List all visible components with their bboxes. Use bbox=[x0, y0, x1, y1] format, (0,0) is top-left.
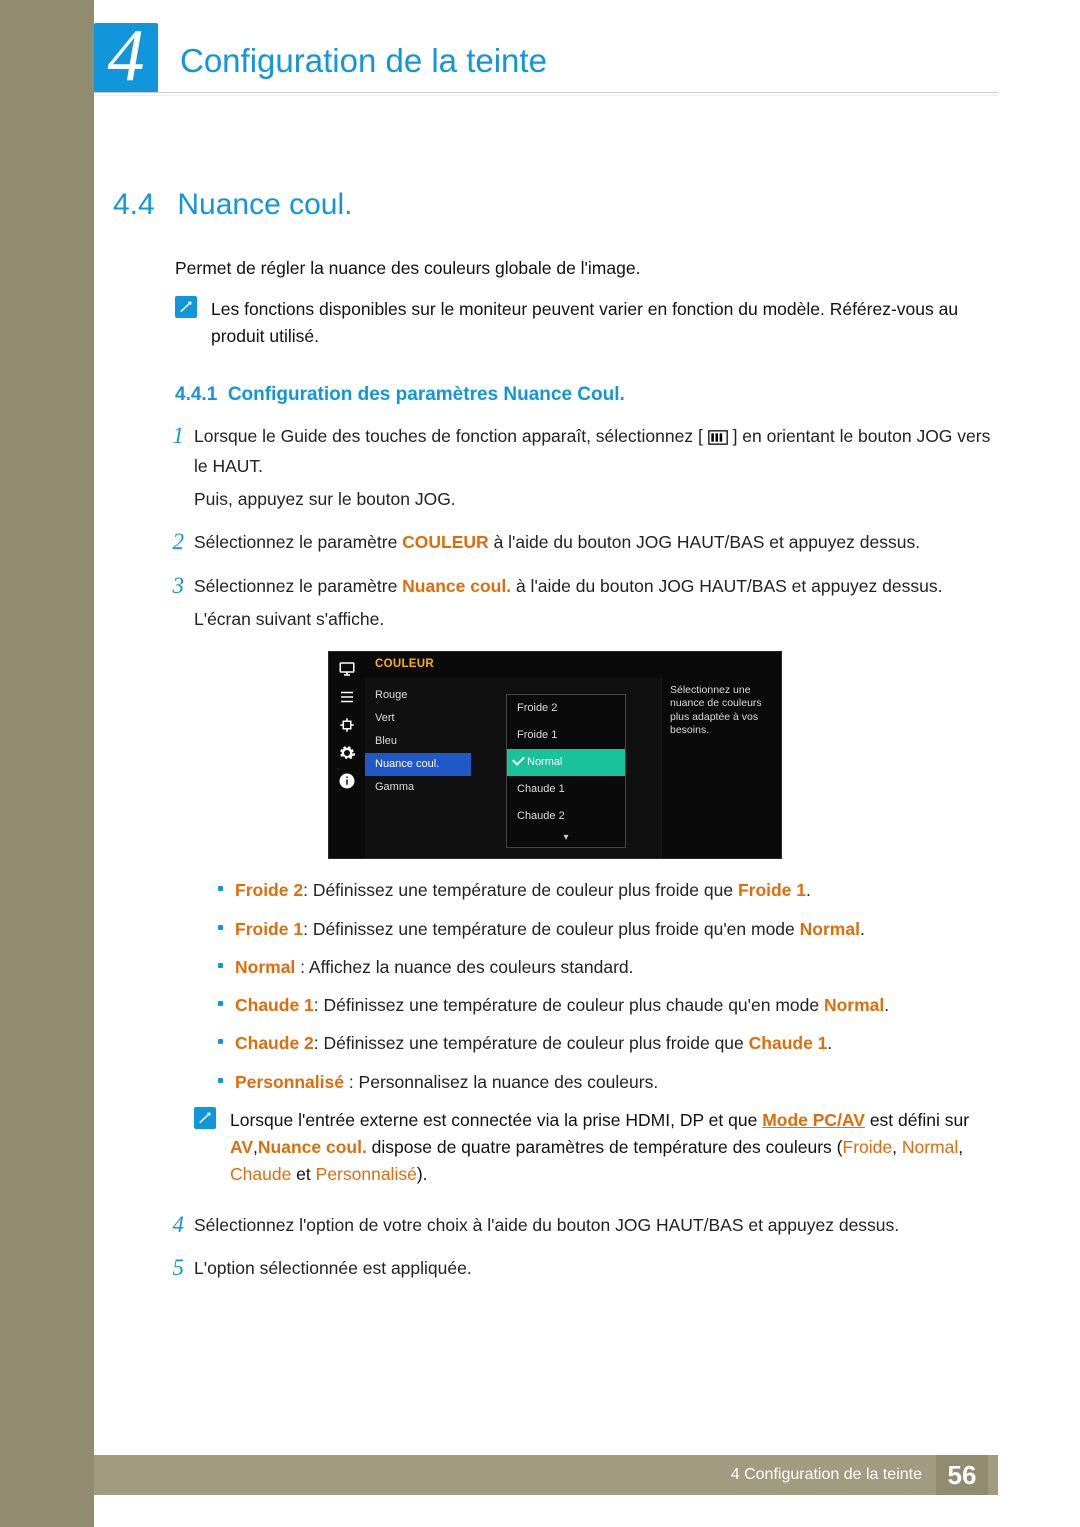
note-text: Les fonctions disponibles sur le moniteu… bbox=[211, 296, 999, 350]
footer-bar: 4 Configuration de la teinte 56 bbox=[94, 1455, 998, 1495]
step-number: 3 bbox=[168, 573, 184, 1203]
osd-nav bbox=[329, 652, 365, 859]
osd-sub-item: Chaude 1 bbox=[507, 776, 625, 803]
term-couleur: COULEUR bbox=[402, 532, 489, 552]
step-body: L'option sélectionnée est appliquée. bbox=[194, 1255, 1000, 1288]
osd-item: Gamma bbox=[365, 776, 471, 799]
step-4: 4 Sélectionnez l'option de votre choix à… bbox=[168, 1212, 1000, 1245]
osd-help-text: Sélectionnez une nuance de couleurs plus… bbox=[661, 678, 781, 859]
section-title: Nuance coul. bbox=[177, 188, 352, 221]
osd-sub-item: Chaude 2 bbox=[507, 803, 625, 830]
step-3: 3 Sélectionnez le paramètre Nuance coul.… bbox=[168, 573, 1000, 1203]
chapter-title: Configuration de la teinte bbox=[180, 42, 547, 80]
left-margin-band bbox=[0, 0, 94, 1527]
steps-list: 1 Lorsque le Guide des touches de foncti… bbox=[168, 423, 1000, 1298]
step-body: Lorsque le Guide des touches de fonction… bbox=[194, 423, 1000, 519]
info-icon bbox=[334, 770, 360, 792]
bullet-chaude1: Chaude 1: Définissez une température de … bbox=[218, 992, 1000, 1018]
bullet-personnalise: Personnalisé : Personnalisez la nuance d… bbox=[218, 1069, 1000, 1095]
gear-icon bbox=[334, 742, 360, 764]
footer-chapter-title: 4 Configuration de la teinte bbox=[731, 1466, 922, 1484]
osd-sub-item-selected: Normal bbox=[507, 749, 625, 776]
step-number: 1 bbox=[168, 423, 184, 519]
chevron-down-icon: ▾ bbox=[507, 830, 625, 848]
osd-sub-item: Froide 2 bbox=[507, 695, 625, 722]
step-number: 2 bbox=[168, 529, 184, 562]
note-icon bbox=[194, 1107, 216, 1129]
subsection-title: Configuration des paramètres Nuance Coul… bbox=[228, 384, 625, 405]
menu-icon bbox=[708, 426, 728, 453]
display-icon bbox=[334, 658, 360, 680]
step-body: Sélectionnez le paramètre COULEUR à l'ai… bbox=[194, 529, 1000, 562]
osd-title: COULEUR bbox=[365, 652, 781, 678]
term-nuance-coul: Nuance coul. bbox=[402, 576, 511, 596]
resize-icon bbox=[334, 714, 360, 736]
term-mode-pc-av: Mode PC/AV bbox=[762, 1110, 865, 1130]
step-5: 5 L'option sélectionnée est appliquée. bbox=[168, 1255, 1000, 1288]
chapter-number: 4 bbox=[108, 19, 145, 93]
osd-sub-item: Froide 1 bbox=[507, 722, 625, 749]
step-1: 1 Lorsque le Guide des touches de foncti… bbox=[168, 423, 1000, 519]
chapter-badge: 4 bbox=[94, 23, 158, 93]
osd-submenu: Froide 2 Froide 1 Normal Chaude 1 Chaude… bbox=[506, 694, 626, 849]
header-rule bbox=[94, 92, 998, 93]
step-number: 4 bbox=[168, 1212, 184, 1245]
list-icon bbox=[334, 686, 360, 708]
bullet-froide2: Froide 2: Définissez une température de … bbox=[218, 877, 1000, 903]
note-2-text: Lorsque l'entrée externe est connectée v… bbox=[230, 1107, 1000, 1188]
step-body: Sélectionnez le paramètre Nuance coul. à… bbox=[194, 573, 1000, 1203]
osd-item: Rouge bbox=[365, 684, 471, 707]
osd-item: Vert bbox=[365, 707, 471, 730]
note-icon bbox=[175, 296, 197, 318]
intro-text: Permet de régler la nuance des couleurs … bbox=[175, 258, 640, 279]
osd-item-selected: Nuance coul. bbox=[365, 753, 471, 776]
osd-item: Bleu bbox=[365, 730, 471, 753]
section-number: 4.4 bbox=[113, 188, 169, 222]
bullet-chaude2: Chaude 2: Définissez une température de … bbox=[218, 1030, 1000, 1056]
section-heading: 4.4 Nuance coul. bbox=[113, 188, 352, 222]
osd-list: Rouge Vert Bleu Nuance coul. Gamma bbox=[365, 678, 471, 859]
step-2: 2 Sélectionnez le paramètre COULEUR à l'… bbox=[168, 529, 1000, 562]
osd-screenshot: COULEUR Rouge Vert Bleu Nuance coul. Gam… bbox=[328, 651, 782, 860]
note-block-2: Lorsque l'entrée externe est connectée v… bbox=[194, 1107, 1000, 1188]
step-number: 5 bbox=[168, 1255, 184, 1288]
subsection-heading: 4.4.1 Configuration des paramètres Nuanc… bbox=[175, 384, 625, 406]
bullet-froide1: Froide 1: Définissez une température de … bbox=[218, 916, 1000, 942]
page-number: 56 bbox=[936, 1455, 988, 1495]
step-body: Sélectionnez l'option de votre choix à l… bbox=[194, 1212, 1000, 1245]
option-descriptions: Froide 2: Définissez une température de … bbox=[218, 877, 1000, 1095]
subsection-number: 4.4.1 bbox=[175, 384, 217, 405]
bullet-normal: Normal : Affichez la nuance des couleurs… bbox=[218, 954, 1000, 980]
header-rule-shadow bbox=[94, 95, 998, 96]
note-block: Les fonctions disponibles sur le moniteu… bbox=[175, 296, 999, 350]
